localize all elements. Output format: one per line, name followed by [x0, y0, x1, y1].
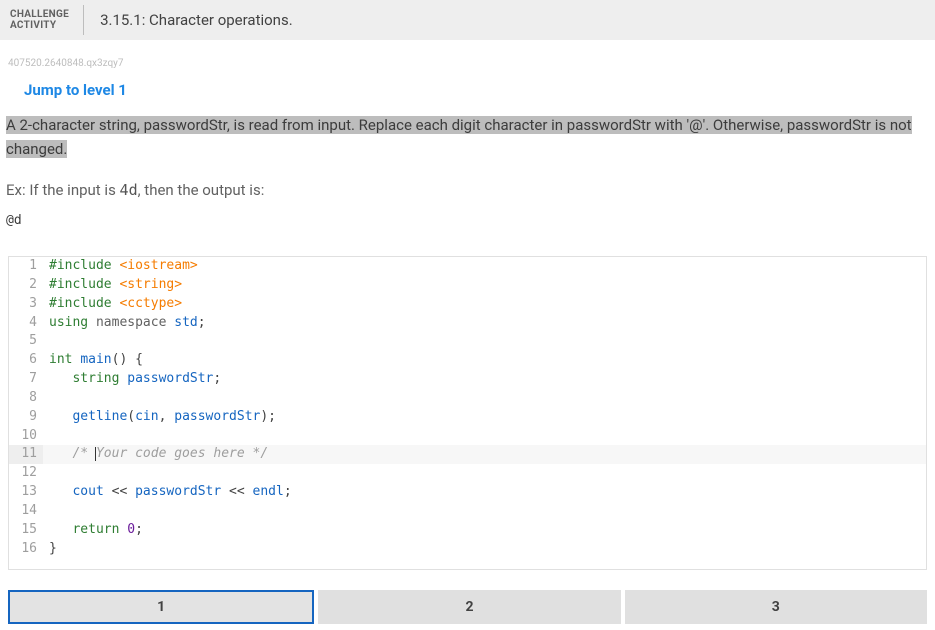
- challenge-label-line2: ACTIVITY: [10, 20, 56, 31]
- line-number: 3: [9, 295, 43, 314]
- code-line[interactable]: 6int main() {: [9, 351, 926, 370]
- code-line[interactable]: 8: [9, 389, 926, 408]
- example-input: 4d: [120, 181, 138, 199]
- code-content[interactable]: int main() {: [43, 351, 926, 370]
- challenge-banner: CHALLENGE ACTIVITY 3.15.1: Character ope…: [0, 0, 935, 40]
- example-description: Ex: If the input is 4d, then the output …: [6, 171, 929, 213]
- code-content[interactable]: [43, 464, 926, 483]
- code-content[interactable]: string passwordStr;: [43, 370, 926, 389]
- code-content[interactable]: using namespace std;: [43, 314, 926, 333]
- code-content[interactable]: return 0;: [43, 521, 926, 540]
- line-number: 6: [9, 351, 43, 370]
- line-number: 11: [9, 445, 43, 464]
- line-number: 5: [9, 332, 43, 351]
- problem-statement-container: A 2-character string, passwordStr, is re…: [6, 113, 929, 171]
- example-output: @d: [6, 213, 929, 246]
- line-number: 7: [9, 370, 43, 389]
- challenge-label-line1: CHALLENGE: [10, 9, 69, 20]
- code-line[interactable]: 13 cout << passwordStr << endl;: [9, 483, 926, 502]
- line-number: 8: [9, 389, 43, 408]
- banner-divider: [83, 5, 84, 35]
- line-number: 1: [9, 257, 43, 276]
- code-line[interactable]: 16}: [9, 540, 926, 559]
- code-line[interactable]: 14: [9, 502, 926, 521]
- code-line[interactable]: 4using namespace std;: [9, 314, 926, 333]
- code-content[interactable]: #include <iostream>: [43, 257, 926, 276]
- code-content[interactable]: #include <string>: [43, 276, 926, 295]
- code-line[interactable]: 9 getline(cin, passwordStr);: [9, 408, 926, 427]
- code-content[interactable]: [43, 502, 926, 521]
- level-tab-3[interactable]: 3: [625, 590, 927, 624]
- code-line[interactable]: 3#include <cctype>: [9, 295, 926, 314]
- line-number: 10: [9, 427, 43, 446]
- code-line[interactable]: 15 return 0;: [9, 521, 926, 540]
- code-content[interactable]: cout << passwordStr << endl;: [43, 483, 926, 502]
- jump-to-level-link[interactable]: Jump to level 1: [6, 75, 929, 113]
- code-line[interactable]: 2#include <string>: [9, 276, 926, 295]
- page-body: 407520.2640848.qx3zqy7 Jump to level 1 A…: [0, 40, 935, 630]
- code-line[interactable]: 11 /* Your code goes here */: [9, 445, 926, 464]
- activity-title: 3.15.1: Character operations.: [100, 11, 293, 29]
- example-prefix: Ex: If the input is: [6, 181, 120, 199]
- example-suffix: , then the output is:: [138, 181, 265, 199]
- code-line[interactable]: 10: [9, 427, 926, 446]
- problem-statement: A 2-character string, passwordStr, is re…: [6, 116, 912, 158]
- code-line[interactable]: 5: [9, 332, 926, 351]
- line-number: 13: [9, 483, 43, 502]
- line-number: 14: [9, 502, 43, 521]
- code-content[interactable]: [43, 332, 926, 351]
- line-number: 15: [9, 521, 43, 540]
- line-number: 12: [9, 464, 43, 483]
- code-content[interactable]: [43, 427, 926, 446]
- code-content[interactable]: /* Your code goes here */: [43, 445, 926, 464]
- code-line[interactable]: 12: [9, 464, 926, 483]
- level-tab-2[interactable]: 2: [318, 590, 620, 624]
- line-number: 4: [9, 314, 43, 333]
- qx-id: 407520.2640848.qx3zqy7: [6, 46, 929, 75]
- level-tabs: 123: [8, 590, 927, 624]
- code-line[interactable]: 1#include <iostream>: [9, 257, 926, 276]
- line-number: 2: [9, 276, 43, 295]
- level-tab-1[interactable]: 1: [8, 590, 314, 624]
- code-line[interactable]: 7 string passwordStr;: [9, 370, 926, 389]
- code-content[interactable]: [43, 389, 926, 408]
- line-number: 9: [9, 408, 43, 427]
- code-editor[interactable]: 1#include <iostream>2#include <string>3#…: [8, 256, 927, 570]
- line-number: 16: [9, 540, 43, 559]
- challenge-activity-label: CHALLENGE ACTIVITY: [10, 9, 83, 31]
- code-content[interactable]: getline(cin, passwordStr);: [43, 408, 926, 427]
- code-content[interactable]: }: [43, 540, 926, 559]
- code-content[interactable]: #include <cctype>: [43, 295, 926, 314]
